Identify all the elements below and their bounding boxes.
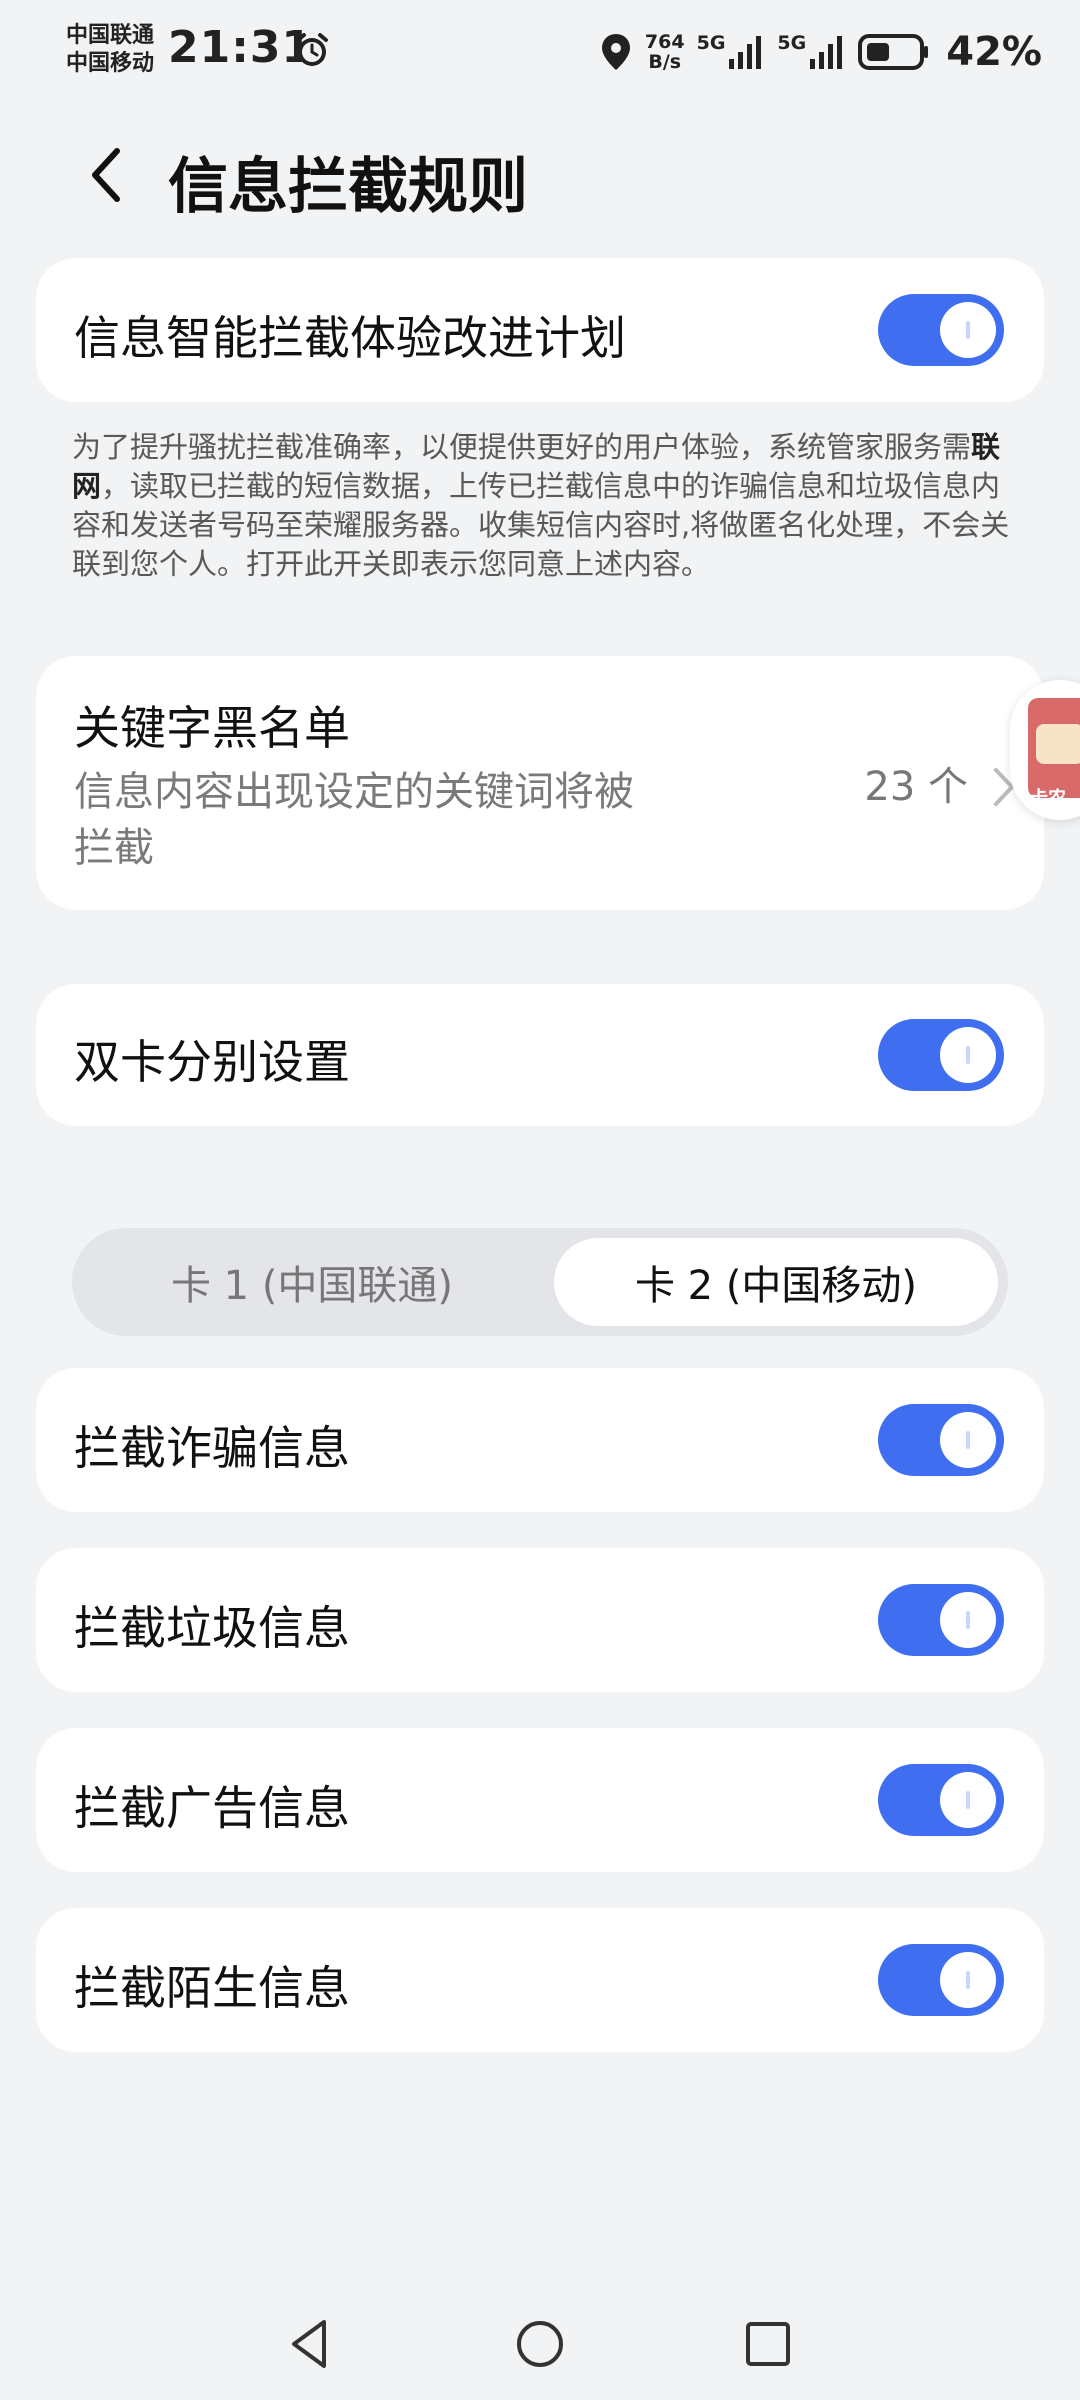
back-button[interactable] [72, 140, 142, 210]
rule-label: 拦截广告信息 [74, 1781, 350, 1835]
system-nav-bar [0, 2290, 1080, 2400]
carrier-1: 中国联通 [66, 23, 155, 48]
improvement-plan-toggle[interactable] [878, 294, 1004, 366]
carrier-names: 中国联通 中国移动 [66, 22, 154, 78]
rule-label: 拦截陌生信息 [74, 1961, 350, 2015]
chevron-left-icon [92, 148, 120, 202]
keyword-count: 23 个 [864, 764, 968, 810]
signal-1-label: 5G [696, 32, 726, 54]
improvement-plan-description: 为了提升骚扰拦截准确率，以便提供更好的用户体验，系统管家服务需联网，读取已拦截的… [72, 428, 1022, 584]
dual-sim-row[interactable]: 双卡分别设置 [36, 984, 1044, 1126]
toggle-knob [940, 1592, 996, 1648]
keyword-blacklist-row[interactable]: 关键字黑名单 信息内容出现设定的关键词将被拦截 23 个 [36, 656, 1044, 910]
rule-toggle-spam[interactable] [878, 1584, 1004, 1656]
keyword-blacklist-subtitle: 信息内容出现设定的关键词将被拦截 [74, 769, 634, 871]
sim-tab-switcher: 卡 1 (中国联通) 卡 2 (中国移动) [72, 1228, 1008, 1336]
improvement-plan-label: 信息智能拦截体验改进计划 [74, 311, 626, 365]
tab-sim-1[interactable]: 卡 1 (中国联通) [82, 1238, 542, 1326]
rule-row-spam[interactable]: 拦截垃圾信息 [36, 1548, 1044, 1692]
improvement-plan-row[interactable]: 信息智能拦截体验改进计划 [36, 258, 1044, 402]
dual-sim-toggle[interactable] [878, 1019, 1004, 1091]
circle-home-icon[interactable] [510, 2314, 570, 2374]
net-speed-value: 764 [644, 31, 685, 53]
net-speed: 764 B/s [645, 32, 685, 72]
status-icons: 764 B/s 5G 5G 42% [599, 24, 1042, 80]
net-speed-unit: B/s [648, 51, 682, 73]
app-header: 信息拦截规则 [0, 120, 1080, 230]
toggle-knob [940, 1027, 996, 1083]
rule-label: 拦截诈骗信息 [74, 1421, 350, 1475]
floating-assistant-widget[interactable]: 卡农 [1010, 680, 1080, 820]
keyword-blacklist-title: 关键字黑名单 [74, 701, 350, 755]
rule-row-ads[interactable]: 拦截广告信息 [36, 1728, 1044, 1872]
tab-sim-2[interactable]: 卡 2 (中国移动) [554, 1238, 998, 1326]
triangle-back-icon[interactable] [280, 2314, 340, 2374]
rule-row-fraud[interactable]: 拦截诈骗信息 [36, 1368, 1044, 1512]
signal-2: 5G [777, 33, 846, 71]
toggle-knob [940, 302, 996, 358]
floating-widget-label: 卡农 [1030, 788, 1066, 809]
location-pin-icon [601, 34, 630, 70]
carrier-2: 中国移动 [66, 51, 155, 76]
toggle-knob [940, 1952, 996, 2008]
rule-toggle-stranger[interactable] [878, 1944, 1004, 2016]
alarm-clock-icon [296, 33, 328, 66]
battery-icon [858, 34, 929, 70]
rule-label: 拦截垃圾信息 [74, 1601, 350, 1655]
page-title: 信息拦截规则 [168, 152, 528, 222]
square-recents-icon[interactable] [738, 2314, 798, 2374]
toggle-knob [940, 1772, 996, 1828]
toggle-knob [940, 1412, 996, 1468]
rule-toggle-ads[interactable] [878, 1764, 1004, 1836]
signal-1: 5G [697, 33, 766, 71]
signal-bars-icon [810, 36, 843, 69]
signal-2-label: 5G [777, 32, 807, 54]
rule-toggle-fraud[interactable] [878, 1404, 1004, 1476]
dual-sim-label: 双卡分别设置 [74, 1035, 350, 1089]
description-text-2: ，读取已拦截的短信数据，上传已拦截信息中的诈骗信息和垃圾信息内容和发送者号码至荣… [72, 469, 1010, 581]
battery-level: 42% [946, 29, 1042, 75]
status-bar: 中国联通 中国移动 21:31 764 B/s 5G 5G 42% [0, 0, 1080, 104]
rule-row-stranger[interactable]: 拦截陌生信息 [36, 1908, 1044, 2052]
description-text-1: 为了提升骚扰拦截准确率，以便提供更好的用户体验，系统管家服务需 [72, 430, 972, 464]
signal-bars-icon [729, 36, 762, 69]
floating-widget-face [1036, 724, 1080, 764]
